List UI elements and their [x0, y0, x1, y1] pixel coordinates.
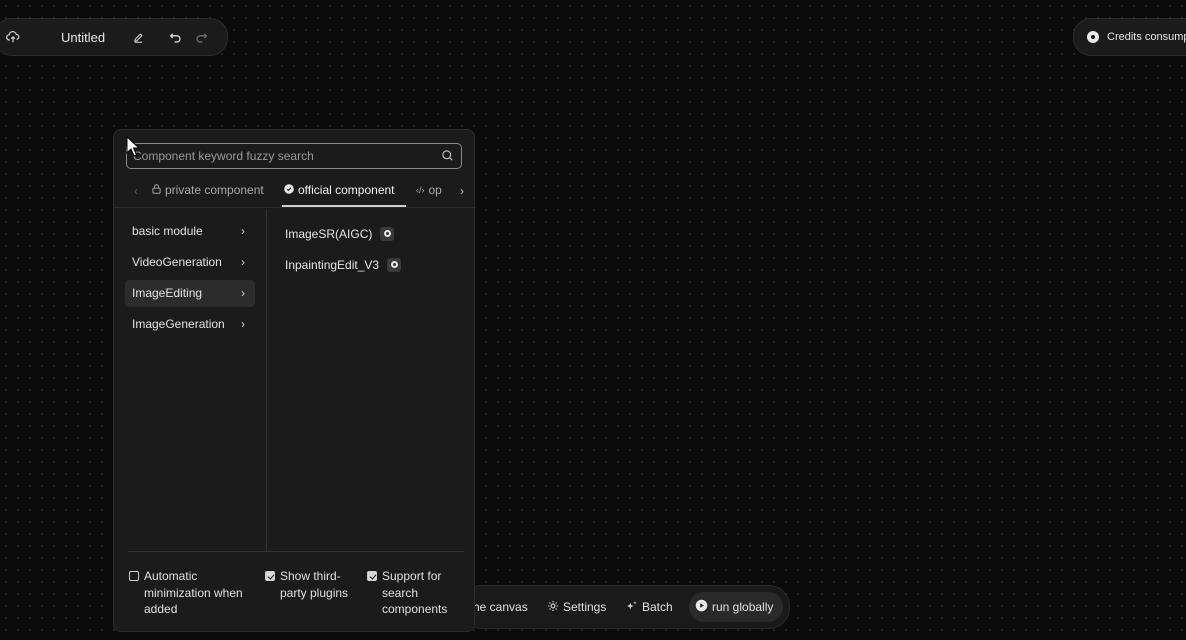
category-basic-module[interactable]: basic module › [125, 217, 255, 244]
search-input[interactable] [127, 148, 435, 164]
document-title[interactable]: Untitled [61, 30, 105, 45]
official-badge-icon [387, 257, 402, 272]
batch-label: Batch [642, 600, 673, 614]
settings-button[interactable]: Settings [547, 600, 606, 615]
category-label: ImageGeneration [132, 317, 225, 332]
chevron-left-icon[interactable]: ‹ [134, 184, 138, 198]
component-item[interactable]: InpaintingEdit_V3 [285, 253, 402, 276]
option-label: Automatic minimization when added [144, 569, 243, 616]
search-box [126, 143, 462, 169]
lock-icon [152, 183, 161, 197]
component-picker-panel: ‹ private component official component ‹… [113, 129, 476, 632]
category-list: basic module › VideoGeneration › ImageEd… [125, 217, 255, 342]
canvas-button[interactable]: he canvas [473, 600, 528, 614]
option-label: Show third-party plugins [280, 569, 349, 600]
sparkle-icon [626, 600, 638, 615]
tab-official-component[interactable]: official component [284, 183, 395, 197]
search-components-option[interactable]: Support for search components [367, 568, 467, 618]
code-icon: ‹/› [416, 185, 425, 195]
top-toolbar: Untitled [0, 18, 228, 56]
tab-private-component[interactable]: private component [152, 183, 264, 197]
category-label: basic module [132, 223, 203, 238]
category-label: VideoGeneration [132, 254, 222, 269]
run-globally-button[interactable]: run globally [689, 592, 784, 622]
chevron-right-icon: › [241, 286, 245, 301]
credits-label: Credits consumpti [1107, 31, 1186, 43]
option-label: Support for search components [382, 569, 448, 616]
cloud-upload-icon[interactable] [3, 27, 23, 47]
mouse-cursor-icon [126, 135, 141, 158]
auto-minimize-option[interactable]: Automatic minimization when added [129, 568, 247, 618]
redo-icon[interactable] [193, 29, 209, 45]
official-badge-icon [380, 226, 395, 241]
run-globally-label: run globally [712, 600, 774, 614]
tab-open-source[interactable]: ‹/› op [416, 183, 442, 197]
chevron-right-icon: › [241, 317, 245, 332]
component-list: ImageSR(AIGC) InpaintingEdit_V3 [285, 222, 402, 284]
category-image-generation[interactable]: ImageGeneration › [125, 311, 255, 338]
category-image-editing[interactable]: ImageEditing › [125, 279, 255, 307]
tabs-divider [114, 207, 476, 208]
batch-button[interactable]: Batch [626, 600, 673, 615]
third-party-plugins-checkbox[interactable] [265, 571, 275, 581]
component-tabs: ‹ private component official component ‹… [126, 178, 466, 207]
tab-label: op [428, 183, 442, 197]
component-label: InpaintingEdit_V3 [285, 257, 380, 272]
play-circle-icon [695, 599, 708, 615]
settings-label: Settings [563, 600, 607, 614]
credits-icon [1087, 31, 1099, 43]
search-components-checkbox[interactable] [367, 571, 377, 581]
search-icon[interactable] [441, 149, 455, 163]
gear-icon [547, 600, 559, 615]
bottom-toolbar: he canvas Settings Batch run globally [460, 585, 790, 629]
chevron-right-icon: › [241, 254, 245, 269]
credits-consumption-button[interactable]: Credits consumpti [1073, 18, 1186, 56]
column-divider [266, 209, 267, 551]
auto-minimize-checkbox[interactable] [129, 571, 139, 581]
component-item[interactable]: ImageSR(AIGC) [285, 222, 401, 245]
pencil-icon[interactable] [131, 30, 145, 44]
category-label: ImageEditing [132, 286, 203, 301]
chevron-right-icon: › [241, 223, 245, 238]
official-badge-icon [284, 183, 294, 197]
component-label: ImageSR(AIGC) [285, 226, 373, 241]
tab-label: private component [165, 183, 264, 197]
category-video-generation[interactable]: VideoGeneration › [125, 248, 255, 275]
undo-icon[interactable] [167, 29, 183, 45]
options-divider [128, 551, 464, 552]
chevron-right-icon[interactable]: › [460, 184, 464, 198]
tab-label: official component [298, 183, 395, 197]
third-party-plugins-option[interactable]: Show third-party plugins [265, 568, 355, 601]
